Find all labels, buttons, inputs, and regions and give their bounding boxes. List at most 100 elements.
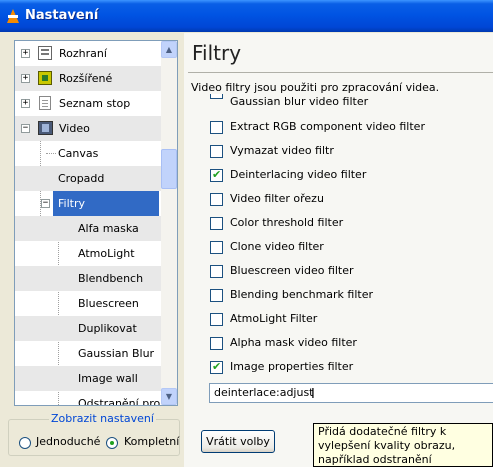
extended-icon xyxy=(38,71,52,85)
collapse-minus-icon[interactable]: − xyxy=(41,199,50,208)
filter-label[interactable]: Vymazat video filtr xyxy=(230,144,334,157)
filter-row[interactable]: Clone video filter xyxy=(210,238,493,258)
tree-item-canvas[interactable]: Canvas xyxy=(15,141,161,166)
expand-plus-icon[interactable]: + xyxy=(21,74,30,83)
tree-item-filtry[interactable]: Filtry xyxy=(53,191,159,216)
window-title: Nastavení xyxy=(25,8,99,23)
filter-label[interactable]: Clone video filter xyxy=(230,240,324,253)
filter-row[interactable]: Deinterlacing video filter xyxy=(210,166,493,186)
tree-item-image-wall[interactable]: Image wall xyxy=(15,366,161,391)
panel-separator xyxy=(188,72,493,73)
complete-radio-label[interactable]: Kompletní xyxy=(124,435,179,448)
filter-checkbox[interactable] xyxy=(210,121,223,134)
scroll-down-arrow-icon[interactable]: ▼ xyxy=(161,388,177,405)
tree-item-rozhrani[interactable]: + Rozhraní xyxy=(15,41,161,66)
filter-row[interactable]: Video filter ořezu xyxy=(210,190,493,210)
panel-title: Filtry xyxy=(192,41,242,65)
tooltip-line: například odstranění prokládání xyxy=(318,453,432,466)
filter-checkbox[interactable] xyxy=(210,289,223,302)
filter-checkbox[interactable] xyxy=(210,241,223,254)
expand-plus-icon[interactable]: + xyxy=(21,99,30,108)
tree-item-label: Duplikovat xyxy=(78,322,137,335)
tree-item-odstraneni-prokladani[interactable]: Odstranění prokla xyxy=(15,391,176,405)
filter-checkbox[interactable] xyxy=(210,217,223,230)
filter-row[interactable]: Color threshold filter xyxy=(210,214,493,234)
filter-checkbox[interactable] xyxy=(210,145,223,158)
tree-item-label: Blendbench xyxy=(78,272,144,285)
filter-checkbox[interactable] xyxy=(210,313,223,326)
filter-row[interactable]: Image properties filter xyxy=(210,358,493,378)
filter-row[interactable]: Bluescreen video filter xyxy=(210,262,493,282)
simple-radio[interactable] xyxy=(19,437,31,449)
tree-item-alfa-maska[interactable]: Alfa maska xyxy=(15,216,161,241)
filter-row[interactable]: AtmoLight Filter xyxy=(210,310,493,330)
panel-description: Video filtry jsou použiti pro zpracování… xyxy=(191,81,440,94)
tree-item-duplikovat[interactable]: Duplikovat xyxy=(15,316,161,341)
tree-item-label: Gaussian Blur xyxy=(78,347,155,360)
tree-scrollbar[interactable]: ▲ ▼ xyxy=(161,41,177,405)
settings-panel: Filtry Video filtry jsou použiti pro zpr… xyxy=(184,33,493,467)
filter-checkbox[interactable] xyxy=(210,265,223,278)
tooltip-line: vylepšení kvality obrazu, xyxy=(318,439,456,452)
display-mode-group: Zobrazit nastavení Jednoduché Kompletní xyxy=(8,412,180,456)
tree-item-seznam-stop[interactable]: + Seznam stop xyxy=(15,91,161,116)
filter-label[interactable]: Image properties filter xyxy=(230,360,353,373)
tree-item-label: Video xyxy=(59,122,90,135)
complete-radio[interactable] xyxy=(106,437,118,449)
filter-row[interactable]: Alpha mask video filter xyxy=(210,334,493,354)
tree-item-label: Filtry xyxy=(58,197,85,210)
filter-row[interactable]: Extract RGB component video filter xyxy=(210,118,493,138)
filter-checkbox-checked[interactable] xyxy=(210,168,223,182)
tree-item-label: Image wall xyxy=(78,372,138,385)
filter-row[interactable]: Blending benchmark filter xyxy=(210,286,493,306)
filter-label[interactable]: Gaussian blur video filter xyxy=(230,95,368,108)
tree-item-label: Cropadd xyxy=(58,172,105,185)
filter-label[interactable]: Alpha mask video filter xyxy=(230,336,357,349)
collapse-minus-icon[interactable]: − xyxy=(21,124,30,133)
tree-item-bluescreen[interactable]: Bluescreen xyxy=(15,291,161,316)
tree-item-label: Seznam stop xyxy=(59,97,131,110)
filter-row[interactable]: Gaussian blur video filter xyxy=(210,94,493,113)
filter-list: Gaussian blur video filter Extract RGB c… xyxy=(184,94,493,403)
tree-item-label: AtmoLight xyxy=(78,247,135,260)
playlist-icon xyxy=(39,96,51,110)
video-film-icon xyxy=(38,121,53,135)
filter-string-input[interactable]: deinterlace:adjust xyxy=(209,383,493,403)
tooltip-line: Přidá dodatečné filtry k xyxy=(318,425,447,438)
tree-item-label: Bluescreen xyxy=(78,297,139,310)
simple-radio-label[interactable]: Jednoduché xyxy=(36,435,100,448)
tree-item-label: Canvas xyxy=(58,147,99,160)
tree-item-rozsirene[interactable]: + Rozšířené xyxy=(15,66,161,91)
tree-item-label: Alfa maska xyxy=(78,222,139,235)
scroll-up-arrow-icon[interactable]: ▲ xyxy=(161,41,177,58)
title-bar[interactable]: Nastavení xyxy=(0,0,493,32)
text-cursor-icon: I xyxy=(311,387,315,402)
filter-label[interactable]: AtmoLight Filter xyxy=(230,312,317,325)
filter-checkbox[interactable] xyxy=(210,193,223,206)
filter-label[interactable]: Color threshold filter xyxy=(230,216,343,229)
filter-label[interactable]: Blending benchmark filter xyxy=(230,288,373,301)
expand-plus-icon[interactable]: + xyxy=(21,49,30,58)
tooltip: Přidá dodatečné filtry k vylepšení kvali… xyxy=(313,423,493,467)
filter-label[interactable]: Video filter ořezu xyxy=(230,192,324,205)
filter-row[interactable]: Vymazat video filtr xyxy=(210,142,493,162)
display-mode-legend: Zobrazit nastavení xyxy=(49,412,156,425)
tree-item-blendbench[interactable]: Blendbench xyxy=(15,266,161,291)
filter-label[interactable]: Deinterlacing video filter xyxy=(230,168,366,181)
reset-button[interactable]: Vrátit volby xyxy=(201,430,275,453)
filter-label[interactable]: Bluescreen video filter xyxy=(230,264,354,277)
interface-icon xyxy=(38,46,52,60)
tree-item-label: Rozšířené xyxy=(59,72,113,85)
tree-item-cropadd[interactable]: Cropadd xyxy=(15,166,161,191)
tree-item-atmolight[interactable]: AtmoLight xyxy=(15,241,161,266)
filter-label[interactable]: Extract RGB component video filter xyxy=(230,120,425,133)
scroll-thumb[interactable] xyxy=(161,149,177,189)
filter-checkbox[interactable] xyxy=(210,337,223,350)
tree-item-video[interactable]: − Video xyxy=(15,116,161,141)
tree-item-label: Rozhraní xyxy=(59,47,107,60)
tree-item-gaussian-blur[interactable]: Gaussian Blur xyxy=(15,341,161,366)
vlc-cone-stripe xyxy=(8,15,18,18)
filter-checkbox[interactable] xyxy=(210,94,223,99)
filter-checkbox-checked[interactable] xyxy=(210,360,223,374)
preferences-tree[interactable]: + Rozhraní + Rozšířené + Seznam stop − V… xyxy=(14,40,178,406)
